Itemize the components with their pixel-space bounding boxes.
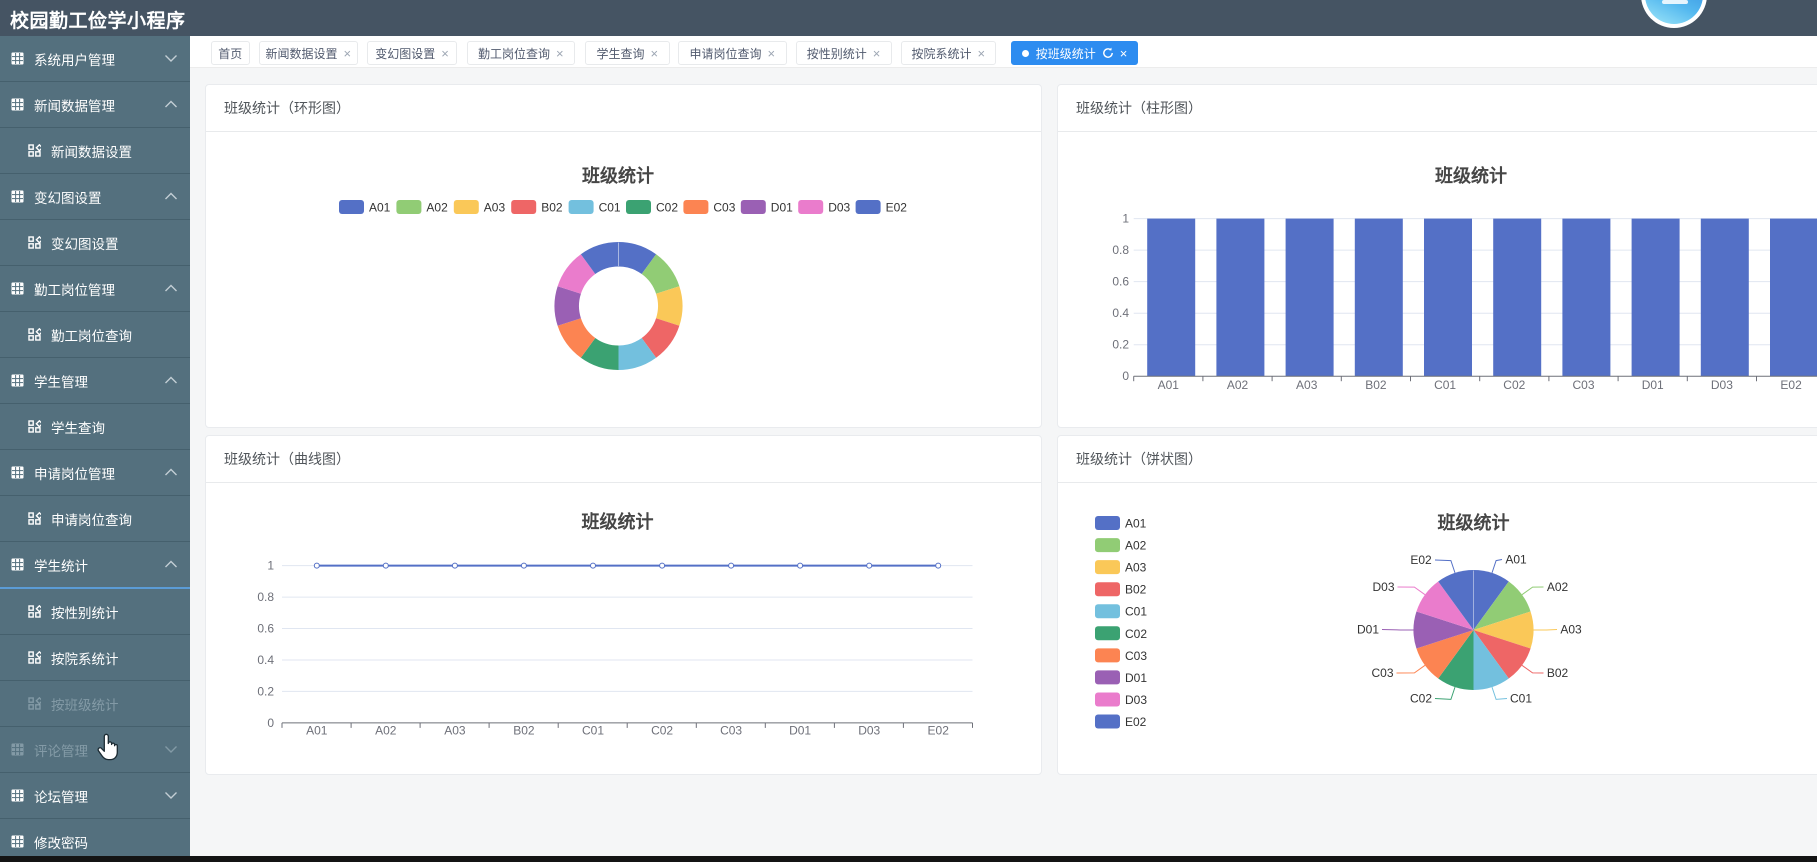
svg-text:C02: C02 (1410, 691, 1432, 705)
svg-text:D03: D03 (828, 201, 850, 215)
svg-text:B02: B02 (541, 201, 563, 215)
svg-text:A03: A03 (1125, 560, 1147, 574)
svg-text:C03: C03 (1572, 378, 1594, 392)
svg-text:A01: A01 (306, 723, 328, 737)
svg-text:1: 1 (1122, 212, 1129, 226)
svg-text:D03: D03 (1125, 693, 1147, 707)
svg-text:班级统计: 班级统计 (582, 165, 654, 186)
svg-text:C01: C01 (1510, 691, 1532, 705)
svg-text:C03: C03 (1125, 648, 1147, 662)
svg-text:D01: D01 (1125, 670, 1147, 684)
svg-text:C01: C01 (1434, 378, 1456, 392)
svg-text:C01: C01 (1125, 604, 1147, 618)
svg-text:0.4: 0.4 (257, 653, 274, 667)
svg-text:0.6: 0.6 (1112, 275, 1129, 289)
svg-text:B02: B02 (513, 723, 535, 737)
svg-text:班级统计: 班级统计 (1435, 165, 1507, 186)
svg-text:D01: D01 (771, 201, 793, 215)
svg-text:0.2: 0.2 (1112, 338, 1129, 352)
svg-text:A01: A01 (1125, 516, 1147, 530)
svg-text:C01: C01 (582, 723, 604, 737)
svg-text:C03: C03 (713, 201, 735, 215)
svg-text:班级统计: 班级统计 (1438, 512, 1510, 533)
svg-text:D01: D01 (1642, 378, 1664, 392)
svg-text:A01: A01 (1505, 552, 1527, 566)
svg-text:0.8: 0.8 (1112, 243, 1129, 257)
svg-text:0.4: 0.4 (1112, 306, 1129, 320)
svg-text:A02: A02 (1227, 378, 1249, 392)
svg-text:A03: A03 (1560, 622, 1582, 636)
svg-text:0: 0 (267, 715, 274, 729)
svg-text:B02: B02 (1547, 666, 1569, 680)
svg-text:D01: D01 (1357, 622, 1379, 636)
svg-text:E02: E02 (1780, 378, 1802, 392)
svg-text:0.8: 0.8 (257, 590, 274, 604)
svg-text:0: 0 (1122, 369, 1129, 383)
svg-text:B02: B02 (1365, 378, 1387, 392)
svg-text:A03: A03 (1296, 378, 1318, 392)
svg-text:A03: A03 (484, 201, 506, 215)
svg-text:A02: A02 (1125, 538, 1147, 552)
svg-text:C02: C02 (651, 723, 673, 737)
svg-text:C03: C03 (720, 723, 742, 737)
svg-text:E02: E02 (1410, 553, 1432, 567)
svg-text:A01: A01 (1158, 378, 1180, 392)
svg-text:A03: A03 (444, 723, 466, 737)
svg-text:C01: C01 (599, 201, 621, 215)
svg-text:D03: D03 (1372, 580, 1394, 594)
svg-text:C02: C02 (1125, 626, 1147, 640)
svg-text:0.2: 0.2 (257, 684, 274, 698)
svg-text:1: 1 (267, 558, 274, 572)
svg-text:E02: E02 (928, 723, 950, 737)
svg-text:B02: B02 (1125, 582, 1147, 596)
svg-text:A02: A02 (426, 201, 448, 215)
svg-text:E02: E02 (886, 201, 908, 215)
svg-text:D03: D03 (858, 723, 880, 737)
svg-text:A02: A02 (375, 723, 397, 737)
svg-text:班级统计: 班级统计 (582, 511, 654, 532)
svg-text:A01: A01 (369, 201, 391, 215)
svg-text:0.6: 0.6 (257, 621, 274, 635)
svg-text:E02: E02 (1125, 715, 1147, 729)
svg-text:C02: C02 (656, 201, 678, 215)
svg-text:C03: C03 (1371, 666, 1393, 680)
svg-text:D01: D01 (789, 723, 811, 737)
svg-text:A02: A02 (1547, 580, 1569, 594)
svg-text:D03: D03 (1711, 378, 1733, 392)
svg-text:C02: C02 (1503, 378, 1525, 392)
